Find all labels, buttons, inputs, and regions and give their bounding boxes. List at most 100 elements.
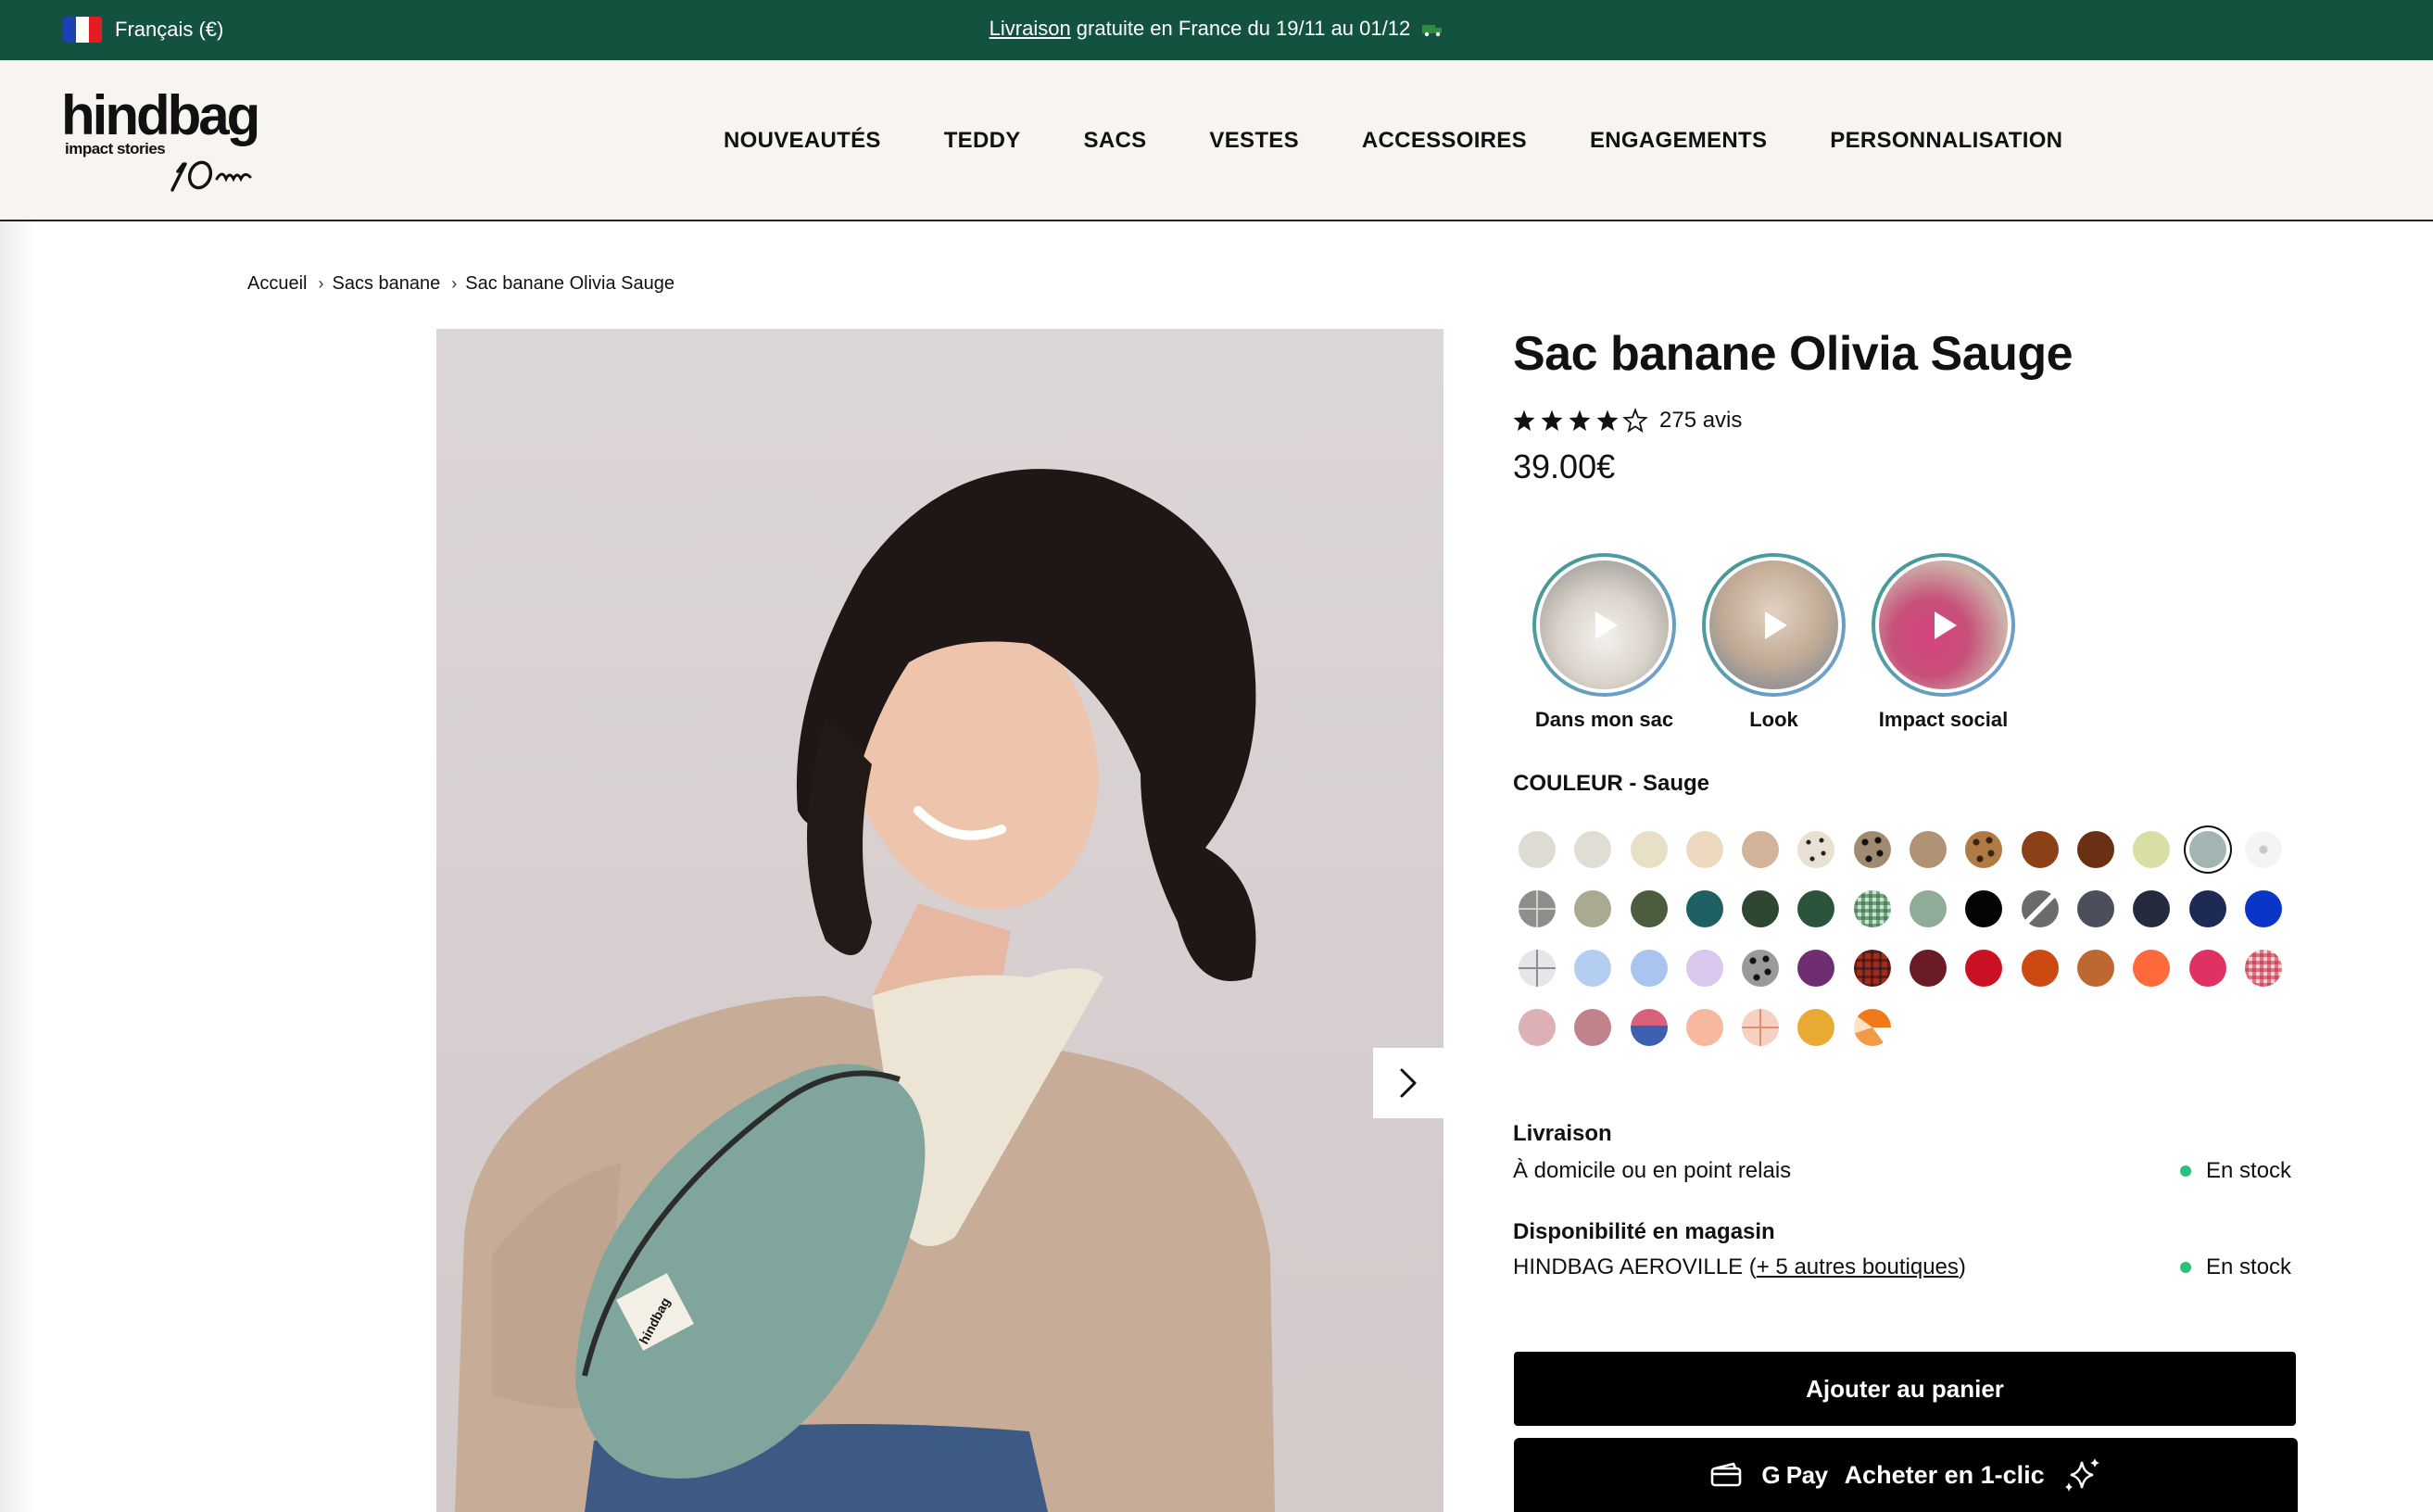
- color-swatch[interactable]: [1910, 831, 1948, 868]
- color-swatch[interactable]: [1574, 890, 1612, 927]
- delivery-heading: Livraison: [1513, 1121, 1612, 1146]
- color-swatch[interactable]: [1742, 890, 1780, 927]
- color-swatch[interactable]: [1519, 890, 1556, 927]
- swatch-row: [1519, 831, 2282, 890]
- color-swatch[interactable]: [1574, 831, 1612, 868]
- color-swatch[interactable]: [1965, 831, 2003, 868]
- color-swatch[interactable]: [1910, 890, 1948, 927]
- color-swatch[interactable]: [1630, 890, 1668, 927]
- buy-one-click-button[interactable]: G Pay Acheter en 1-clic: [1514, 1438, 2298, 1512]
- store-availability-line: HINDBAG AEROVILLE (+ 5 autres boutiques): [1513, 1254, 1966, 1280]
- color-swatch[interactable]: [1853, 831, 1891, 868]
- store-availability-heading: Disponibilité en magasin: [1513, 1219, 1775, 1244]
- color-swatch[interactable]: [1685, 831, 1723, 868]
- buy-one-click-label: Acheter en 1-clic: [1844, 1460, 2045, 1489]
- story-dans-mon-sac[interactable]: Dans mon sac: [1519, 553, 1689, 732]
- next-image-button[interactable]: [1373, 1048, 1443, 1118]
- delivery-stock-label: En stock: [2206, 1158, 2292, 1183]
- color-swatch[interactable]: [2021, 831, 2059, 868]
- nav-item-vestes[interactable]: VESTES: [1209, 128, 1299, 154]
- add-to-cart-button[interactable]: Ajouter au panier: [1514, 1352, 2296, 1426]
- color-swatch[interactable]: [1797, 890, 1835, 927]
- breadcrumb-category[interactable]: Sacs banane: [332, 273, 440, 295]
- color-swatch[interactable]: [1630, 831, 1668, 868]
- color-swatch[interactable]: [2133, 831, 2171, 868]
- color-swatch[interactable]: [1574, 950, 1612, 987]
- color-swatch[interactable]: [1574, 1009, 1612, 1046]
- store-name: HINDBAG AEROVILLE (: [1513, 1254, 1757, 1279]
- color-swatch[interactable]: [1797, 1009, 1835, 1046]
- color-swatch[interactable]: [2076, 950, 2114, 987]
- color-swatch[interactable]: [1742, 831, 1780, 868]
- nav-item-engagements[interactable]: ENGAGEMENTS: [1590, 128, 1767, 154]
- color-swatch[interactable]: [1797, 831, 1835, 868]
- product-title: Sac banane Olivia Sauge: [1513, 327, 2074, 381]
- rating-stars: [1513, 408, 1652, 434]
- color-swatch[interactable]: [1519, 831, 1556, 868]
- color-swatch[interactable]: [1630, 950, 1668, 987]
- breadcrumb-home[interactable]: Accueil: [247, 273, 307, 295]
- play-icon: [1764, 611, 1787, 639]
- nav-item-personnalisation[interactable]: PERSONNALISATION: [1830, 128, 2062, 154]
- color-swatch[interactable]: [1797, 950, 1835, 987]
- color-swatch[interactable]: [1853, 950, 1891, 987]
- gpay-label: G Pay: [1761, 1460, 1828, 1489]
- color-swatch[interactable]: [1965, 890, 2003, 927]
- color-swatch[interactable]: [1630, 1009, 1668, 1046]
- chevron-right-icon: ›: [451, 274, 458, 293]
- color-swatch[interactable]: [2188, 950, 2226, 987]
- product-rating[interactable]: 275 avis: [1513, 408, 1742, 434]
- nav-item-teddy[interactable]: TEDDY: [944, 128, 1021, 154]
- swatch-row: [1519, 890, 2282, 950]
- story-impact-social[interactable]: Impact social: [1859, 553, 2028, 732]
- color-swatches: [1519, 831, 2282, 1068]
- nav-item-sacs[interactable]: SACS: [1084, 128, 1147, 154]
- story-label: Impact social: [1878, 708, 2009, 731]
- color-swatch[interactable]: [1910, 950, 1948, 987]
- breadcrumb-current: Sac banane Olivia Sauge: [465, 273, 674, 294]
- nav-item-nouveautes[interactable]: NOUVEAUTÉS: [724, 128, 881, 154]
- hindbag-logo[interactable]: hindbag impact stories: [61, 88, 274, 199]
- in-stock-dot-icon: [2180, 1166, 2191, 1177]
- chevron-right-icon: [1400, 1068, 1417, 1098]
- product-image[interactable]: hindbag: [436, 329, 1443, 1512]
- story-look[interactable]: Look: [1689, 553, 1859, 732]
- color-swatch[interactable]: [2076, 890, 2114, 927]
- nav-item-accessoires[interactable]: ACCESSOIRES: [1362, 128, 1527, 154]
- color-swatch[interactable]: [1685, 1009, 1723, 1046]
- story-label: Dans mon sac: [1534, 708, 1674, 731]
- color-swatch[interactable]: [2133, 950, 2171, 987]
- in-stock-dot-icon: [2180, 1262, 2191, 1273]
- color-swatch[interactable]: [1742, 950, 1780, 987]
- color-swatch[interactable]: [2244, 890, 2282, 927]
- story-label: Look: [1749, 708, 1798, 731]
- product-photo-illustration: hindbag: [455, 469, 1275, 1512]
- color-swatch[interactable]: [1519, 1009, 1556, 1046]
- delivery-link[interactable]: Livraison: [990, 17, 1071, 40]
- color-swatch[interactable]: [2244, 831, 2282, 868]
- color-swatch[interactable]: [2244, 950, 2282, 987]
- color-swatch[interactable]: [2133, 890, 2171, 927]
- color-swatch[interactable]: [1853, 1009, 1891, 1046]
- breadcrumb: Accueil › Sacs banane › Sac banane Olivi…: [247, 273, 674, 295]
- story-videos: Dans mon sac Look Impact social: [1519, 553, 2028, 732]
- color-swatch[interactable]: [1685, 950, 1723, 987]
- site-header: hindbag impact stories NOUVEAUTÉS TEDDY …: [0, 60, 2433, 221]
- announcement-message: gratuite en France du 19/11 au 01/12: [1070, 17, 1411, 40]
- announcement-bar: Français (€) Livraison gratuite en Franc…: [0, 0, 2433, 60]
- wallet-icon: [1711, 1462, 1742, 1487]
- color-swatch[interactable]: [1853, 890, 1891, 927]
- color-swatch[interactable]: [1519, 950, 1556, 987]
- color-swatch[interactable]: [2076, 831, 2114, 868]
- color-swatch[interactable]: [2188, 831, 2226, 868]
- sparkle-icon: [2064, 1458, 2099, 1492]
- color-swatch[interactable]: [2188, 890, 2226, 927]
- store-closing-paren: ): [1958, 1254, 1966, 1279]
- color-swatch[interactable]: [2021, 950, 2059, 987]
- color-swatch[interactable]: [1742, 1009, 1780, 1046]
- main-navigation: NOUVEAUTÉS TEDDY SACS VESTES ACCESSOIRES…: [724, 60, 2125, 221]
- color-swatch[interactable]: [1685, 890, 1723, 927]
- other-stores-link[interactable]: + 5 autres boutiques: [1757, 1254, 1959, 1279]
- color-swatch[interactable]: [1965, 950, 2003, 987]
- color-swatch[interactable]: [2021, 890, 2059, 927]
